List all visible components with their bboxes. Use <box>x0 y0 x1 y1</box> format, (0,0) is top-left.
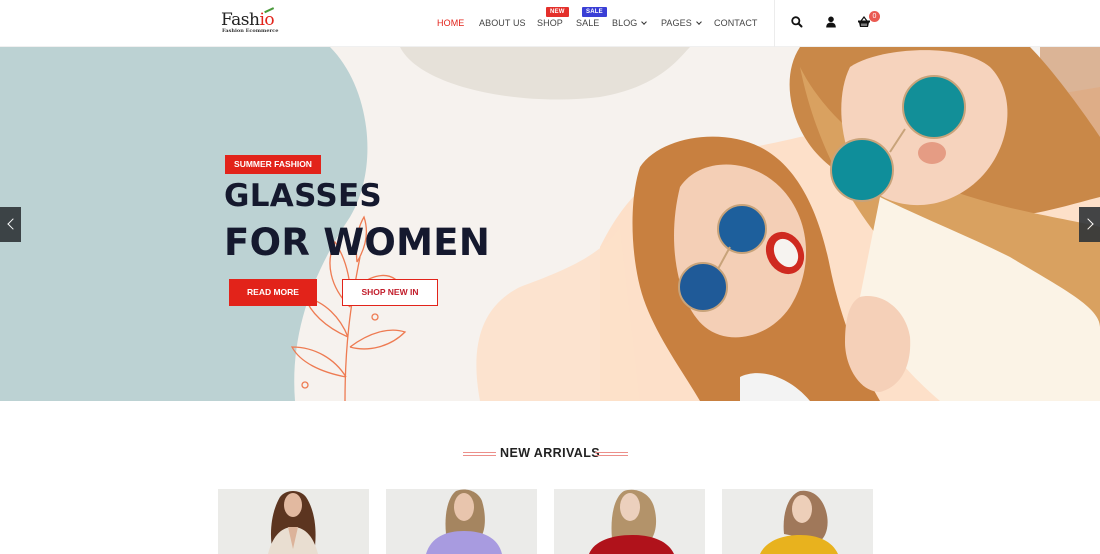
new-badge: NEW <box>546 7 569 17</box>
product-card[interactable] <box>722 489 873 554</box>
logo[interactable]: Fashio Fashion Ecommerce <box>221 7 279 37</box>
product-image-lavender-sweater <box>386 489 537 554</box>
sale-badge: SALE <box>582 7 607 17</box>
product-image-yellow-sweater <box>722 489 873 554</box>
shop-new-in-button[interactable]: SHOP NEW IN <box>342 279 438 306</box>
nav-sale[interactable]: SALE <box>576 18 599 28</box>
nav-home[interactable]: HOME <box>437 18 464 28</box>
site-header: Fashio Fashion Ecommerce HOME ABOUT US S… <box>0 0 1100 47</box>
nav-shop[interactable]: SHOP <box>537 18 563 28</box>
cart-count-badge: 0 <box>869 11 880 22</box>
nav-blog-label: BLOG <box>612 18 638 28</box>
read-more-button[interactable]: READ MORE <box>229 279 317 306</box>
nav-blog[interactable]: BLOG <box>612 18 648 28</box>
hero-title-line1: GLASSES <box>224 178 383 214</box>
product-card[interactable] <box>554 489 705 554</box>
user-icon[interactable] <box>824 15 838 29</box>
hero-title-line2: FOR WOMEN <box>224 221 491 264</box>
nav-about-us[interactable]: ABOUT US <box>479 18 526 28</box>
logo-tagline: Fashion Ecommerce <box>222 28 279 34</box>
new-arrivals-title: NEW ARRIVALS <box>500 446 600 460</box>
search-icon[interactable] <box>790 15 804 29</box>
product-image-beige-blouse <box>218 489 369 554</box>
chevron-right-icon <box>1082 218 1094 230</box>
nav-contact[interactable]: CONTACT <box>714 18 758 28</box>
section-title-rule-right <box>595 452 628 456</box>
nav-pages-label: PAGES <box>661 18 692 28</box>
chevron-down-icon <box>696 19 702 25</box>
header-divider <box>774 0 775 47</box>
slider-next-button[interactable] <box>1079 207 1100 242</box>
product-image-red-sweater <box>554 489 705 554</box>
product-card[interactable] <box>386 489 537 554</box>
slider-prev-button[interactable] <box>0 207 21 242</box>
logo-text-dark: Fash <box>221 10 260 30</box>
nav-pages[interactable]: PAGES <box>661 18 702 28</box>
product-card[interactable] <box>218 489 369 554</box>
hero-background-image <box>0 47 1100 401</box>
hero-tag: SUMMER FASHION <box>225 155 321 174</box>
chevron-left-icon <box>7 218 19 230</box>
hero-slider <box>0 47 1100 401</box>
chevron-down-icon <box>641 19 648 25</box>
